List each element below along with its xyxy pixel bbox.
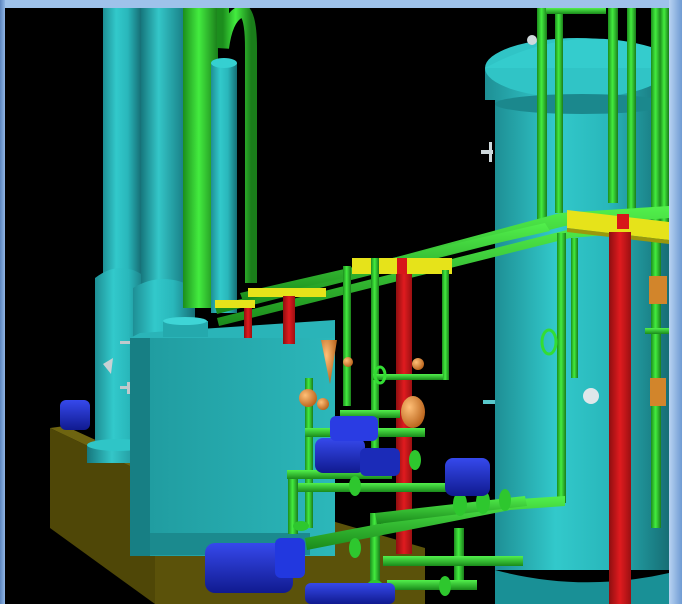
window-right-border — [669, 0, 682, 604]
viewer-window — [0, 0, 682, 604]
3d-viewport[interactable] — [5, 8, 669, 604]
second-column-vessel[interactable] — [133, 8, 237, 338]
plant-model-render[interactable] — [5, 8, 669, 604]
heat-exchanger-box[interactable] — [130, 317, 335, 556]
